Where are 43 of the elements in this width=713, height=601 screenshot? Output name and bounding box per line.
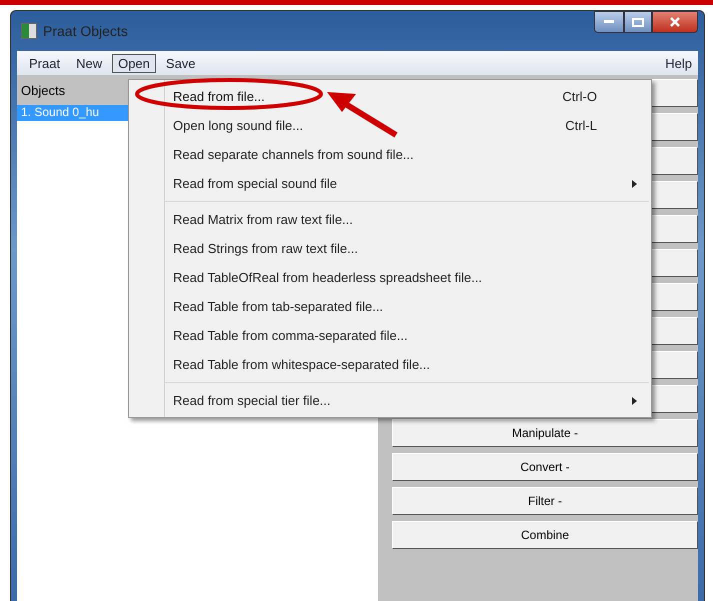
app-icon xyxy=(21,23,37,39)
minimize-button[interactable] xyxy=(594,11,624,33)
option-label: Read Strings from raw text file... xyxy=(173,241,358,256)
close-icon xyxy=(670,17,680,27)
menu-option[interactable]: Read from special tier file... xyxy=(129,386,651,415)
action-button[interactable]: Convert - xyxy=(392,453,698,481)
menu-option[interactable]: Read Matrix from raw text file... xyxy=(129,205,651,234)
menu-option[interactable]: Read separate channels from sound file... xyxy=(129,140,651,169)
shortcut-text: Ctrl-O xyxy=(562,89,598,104)
menu-option[interactable]: Read Strings from raw text file... xyxy=(129,234,651,263)
minimize-icon xyxy=(604,20,614,24)
menu-item[interactable]: Help xyxy=(665,56,692,70)
action-button[interactable]: Combine xyxy=(392,521,698,549)
close-button[interactable] xyxy=(652,11,698,33)
option-label: Read Table from tab-separated file... xyxy=(173,299,384,314)
maximize-button[interactable] xyxy=(624,11,652,33)
maximize-icon xyxy=(632,18,644,26)
menu-option[interactable]: Open long sound file... Ctrl-L xyxy=(129,111,651,140)
menu-item[interactable]: New xyxy=(70,54,108,72)
option-label: Read Matrix from raw text file... xyxy=(173,212,353,227)
menu-option[interactable]: Read Table from tab-separated file... xyxy=(129,292,651,321)
option-label: Read TableOfReal from headerless spreadsheet file... xyxy=(173,270,482,285)
submenu-arrow-icon xyxy=(632,180,637,188)
option-label: Read Table from whitespace-separated file... xyxy=(173,357,430,372)
menu-option[interactable]: Read Table from whitespace-separated file... xyxy=(129,350,651,379)
option-label: Read from special sound file xyxy=(173,176,338,191)
menu-option[interactable]: Read Table from comma-separated file... xyxy=(129,321,651,350)
option-label: Read separate channels from sound file... xyxy=(173,147,414,162)
pointer-arrow xyxy=(327,92,398,138)
menu-item[interactable]: Praat xyxy=(23,54,66,72)
window-title: Praat Objects xyxy=(43,23,128,39)
action-button[interactable]: Manipulate - xyxy=(392,419,698,447)
menu-item[interactable]: Save xyxy=(160,54,202,72)
submenu-arrow-icon xyxy=(632,396,637,404)
menu-option[interactable]: Read from special sound file xyxy=(129,169,651,198)
shortcut-text: Ctrl-L xyxy=(565,118,598,133)
option-label: Read from file... xyxy=(173,89,265,104)
menu-item[interactable]: Open xyxy=(112,54,156,72)
option-label: Read from special tier file... xyxy=(173,393,331,408)
action-button[interactable]: Filter - xyxy=(392,487,698,515)
option-label: Open long sound file... xyxy=(173,118,304,133)
menu-option[interactable]: Read TableOfReal from headerless spreadsheet file... xyxy=(129,263,651,292)
option-label: Read Table from comma-separated file... xyxy=(173,328,408,343)
